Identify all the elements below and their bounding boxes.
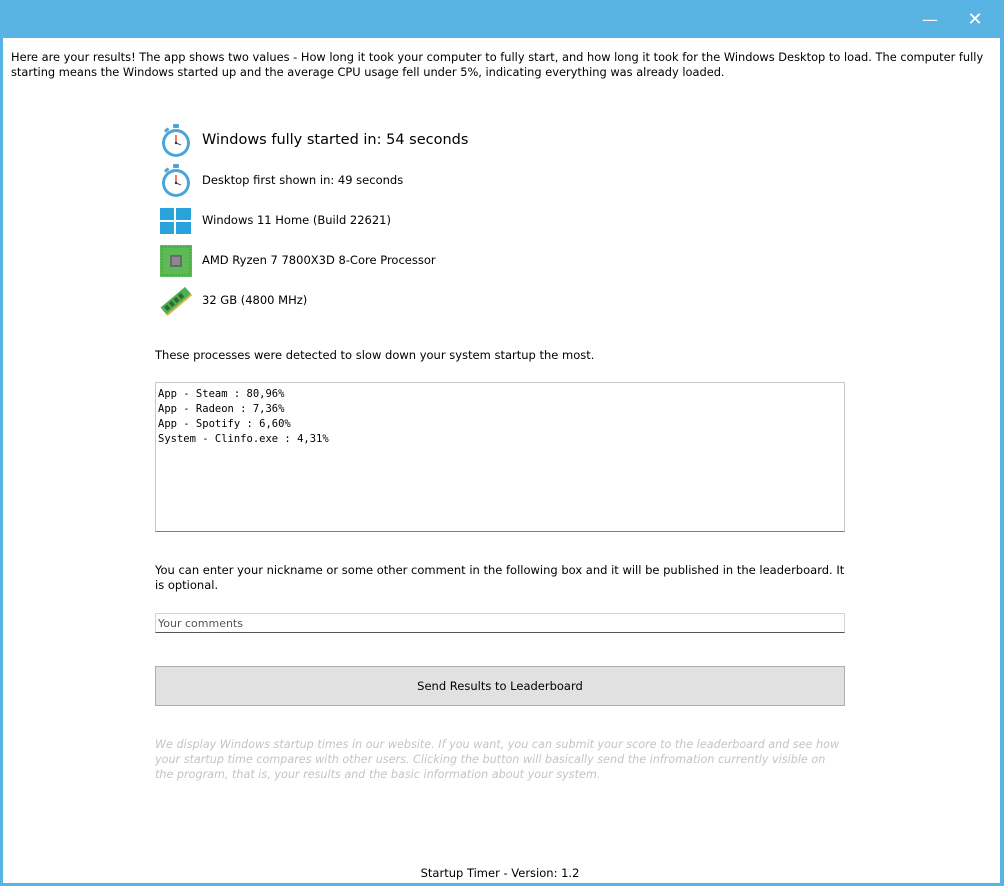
cpu-row: AMD Ryzen 7 7800X3D 8-Core Processor: [158, 243, 758, 279]
ram-text: 32 GB (4800 MHz): [202, 293, 308, 307]
process-line: App - Radeon : 7,36%: [158, 403, 285, 415]
comment-input[interactable]: [155, 613, 845, 633]
os-row: Windows 11 Home (Build 22621): [158, 203, 758, 239]
stopwatch-icon: [158, 163, 194, 199]
process-list: App - Steam : 80,96% App - Radeon : 7,36…: [156, 387, 329, 447]
minimize-button[interactable]: —: [910, 8, 950, 32]
processes-label: These processes were detected to slow do…: [155, 348, 595, 362]
processes-textbox[interactable]: App - Steam : 80,96% App - Radeon : 7,36…: [155, 382, 845, 532]
window-frame-left: [0, 38, 3, 886]
cpu-chip-icon: [158, 243, 194, 279]
version-footer: Startup Timer - Version: 1.2: [420, 866, 580, 880]
os-text: Windows 11 Home (Build 22621): [202, 213, 391, 227]
close-button[interactable]: ✕: [955, 8, 995, 32]
title-bar: — ✕: [0, 0, 1004, 38]
process-line: System - Clinfo.exe : 4,31%: [158, 433, 329, 445]
disclaimer-text: We display Windows startup times in our …: [155, 738, 840, 781]
ram-row: 32 GB (4800 MHz): [158, 283, 758, 319]
stopwatch-icon: [158, 123, 194, 159]
window-frame-right: [1000, 38, 1004, 886]
process-line: App - Steam : 80,96%: [158, 388, 285, 400]
intro-text: Here are your results! The app shows two…: [11, 50, 984, 79]
process-line: App - Spotify : 6,60%: [158, 418, 291, 430]
desktop-shown-text: Desktop first shown in: 49 seconds: [202, 173, 404, 187]
fully-started-row: Windows fully started in: 54 seconds: [158, 123, 758, 159]
fully-started-text: Windows fully started in: 54 seconds: [202, 132, 469, 148]
ram-module-icon: [158, 283, 194, 319]
send-results-button[interactable]: Send Results to Leaderboard: [155, 666, 845, 706]
desktop-shown-row: Desktop first shown in: 49 seconds: [158, 163, 758, 199]
cpu-text: AMD Ryzen 7 7800X3D 8-Core Processor: [202, 253, 436, 267]
windows-logo-icon: [158, 203, 194, 239]
comment-label: You can enter your nickname or some othe…: [155, 563, 845, 592]
